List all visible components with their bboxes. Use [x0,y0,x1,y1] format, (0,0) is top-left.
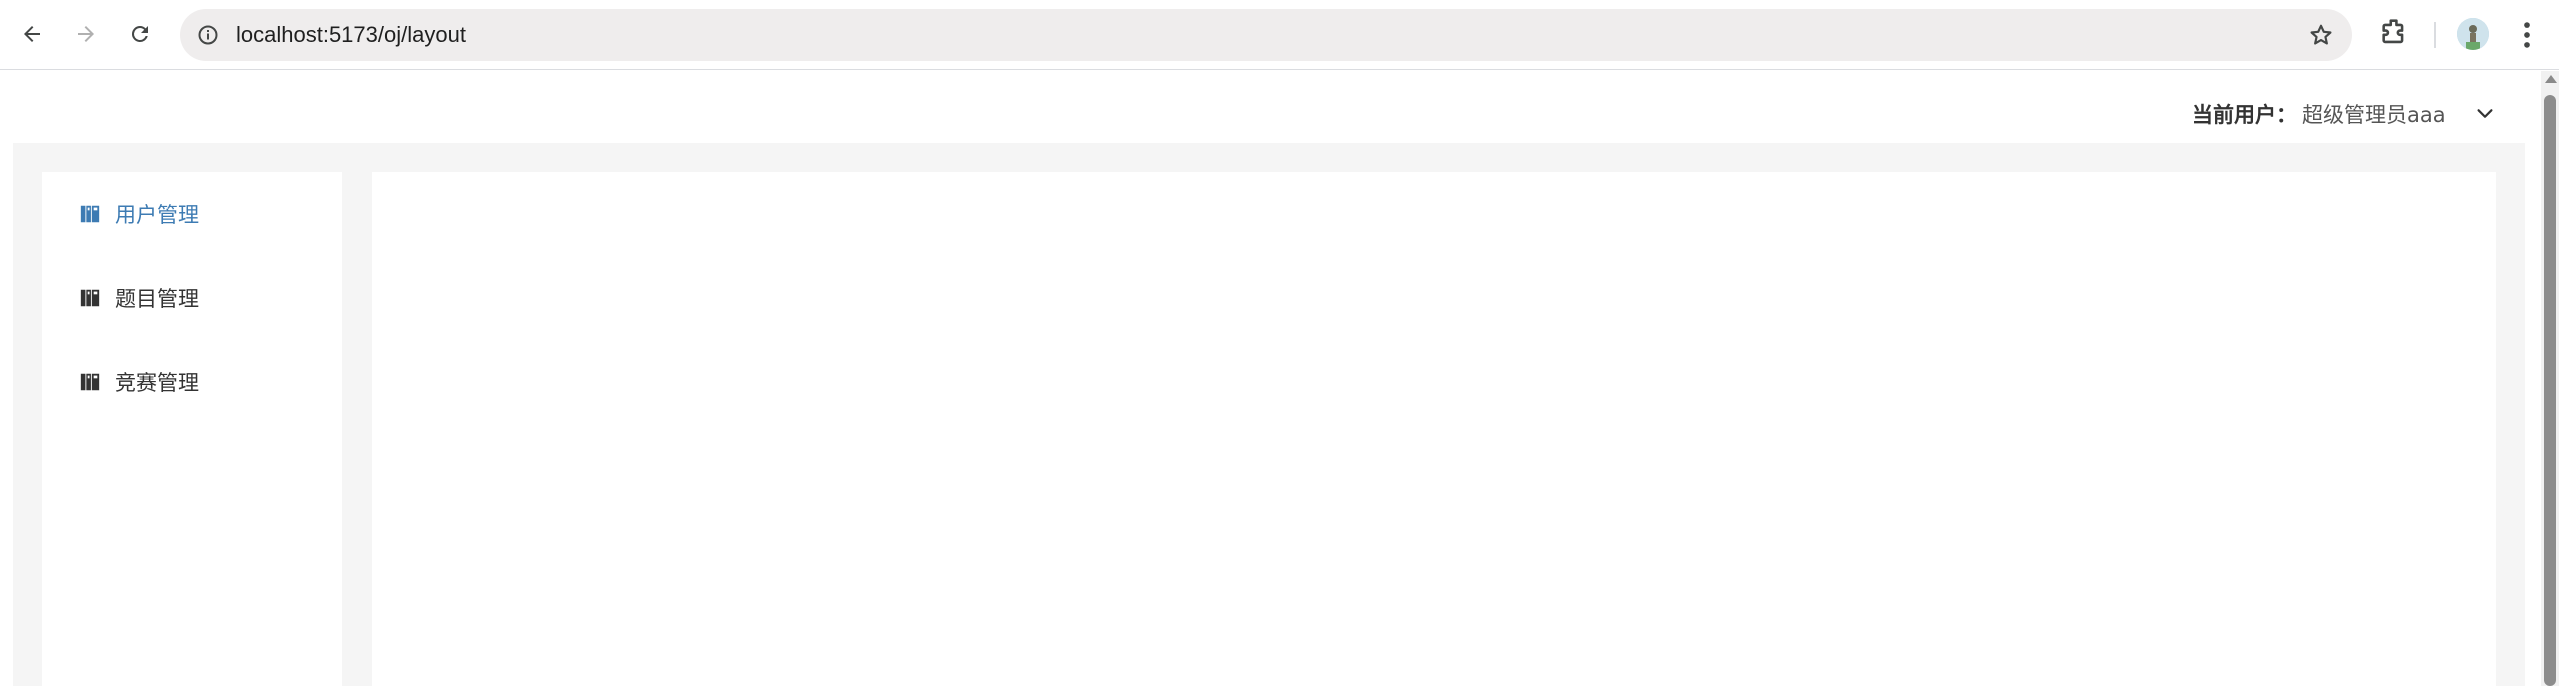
forward-button[interactable] [66,14,106,54]
address-bar[interactable]: localhost:5173/oj/layout [180,9,2352,61]
sidebar-item-label: 用户管理 [115,203,199,227]
scroll-thumb[interactable] [2544,95,2556,686]
content-area: 用户管理 题目管理 竞赛管理 [13,143,2525,686]
site-info-icon[interactable] [196,23,220,47]
page-scrollbar[interactable] [2541,71,2559,686]
toolbar-divider [2434,22,2436,48]
sidebar-item-problem-management[interactable]: 题目管理 [42,268,342,328]
bookmark-star-icon[interactable] [2308,22,2334,48]
sidebar-item-contest-management[interactable]: 竞赛管理 [42,352,342,412]
arrow-left-icon [24,26,40,42]
browser-toolbar: localhost:5173/oj/layout [0,0,2559,70]
url-text[interactable]: localhost:5173/oj/layout [236,9,466,61]
book-icon [80,289,100,307]
main-panel [372,172,2496,686]
reload-button[interactable] [120,14,160,54]
current-user-name[interactable]: 超级管理员aaa [2302,99,2446,129]
sidebar-item-user-management[interactable]: 用户管理 [42,184,342,244]
page-viewport: 当前用户： 超级管理员aaa 用户管理 题目管理 竞赛管理 [0,71,2540,686]
book-icon [80,205,100,223]
arrow-right-icon [78,26,94,42]
chevron-down-icon[interactable] [2474,103,2496,125]
sidebar-item-label: 题目管理 [115,287,199,311]
sidebar-item-label: 竞赛管理 [115,371,199,395]
profile-avatar[interactable] [2457,18,2489,50]
sidebar: 用户管理 题目管理 竞赛管理 [42,172,342,686]
book-icon [80,373,100,391]
current-user-label: 当前用户： [2192,103,2297,127]
reload-icon [131,25,148,42]
avatar-icon [2457,18,2489,50]
more-vert-icon[interactable] [2510,15,2544,55]
extensions-icon[interactable] [2378,15,2412,49]
app-header: 当前用户： 超级管理员aaa [0,71,2540,143]
back-button[interactable] [12,14,52,54]
scroll-up-arrow-icon[interactable] [2545,75,2557,83]
